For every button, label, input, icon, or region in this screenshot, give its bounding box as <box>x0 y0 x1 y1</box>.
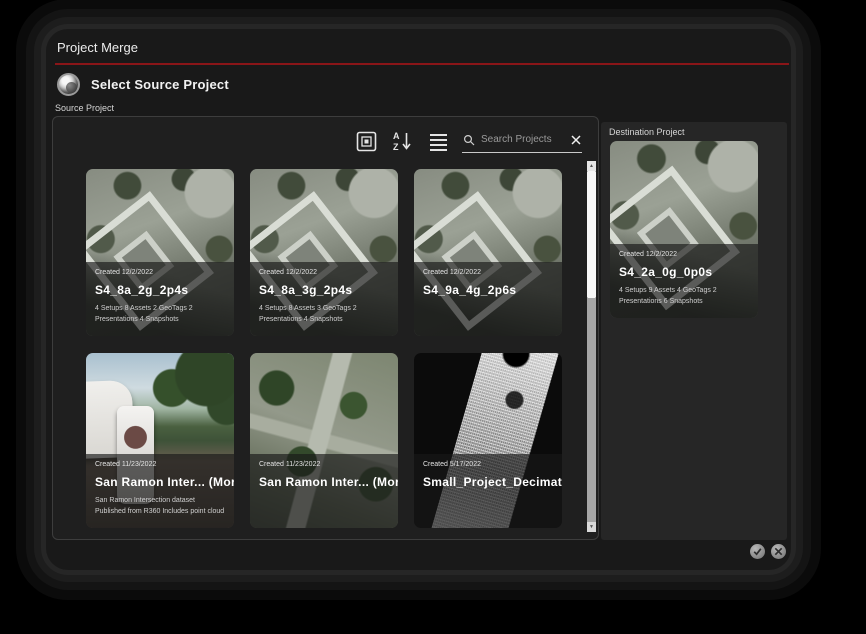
clear-x-icon[interactable] <box>571 135 581 145</box>
project-created-date: Created 12/2/2022 <box>95 269 225 276</box>
project-title: S4_2a_0g_0p0s <box>619 265 749 279</box>
project-title: S4_9a_4g_2p6s <box>423 283 553 297</box>
project-card[interactable]: Created 12/2/2022 S4_8a_3g_2p4s 4 Setups 8… <box>250 169 398 336</box>
project-description: San Ramon Intersection dataset Published… <box>95 496 225 518</box>
accent-divider <box>55 63 789 65</box>
project-title: S4_8a_2g_2p4s <box>95 283 225 297</box>
sort-az-icon[interactable]: A Z <box>390 129 414 153</box>
scrollbar-thumb[interactable] <box>587 171 596 298</box>
svg-text:Z: Z <box>393 142 399 152</box>
svg-text:A: A <box>393 131 400 141</box>
step-label: Select Source Project <box>91 77 229 92</box>
project-info-overlay: Created 12/2/2022 S4_8a_2g_2p4s 4 Setups 8… <box>86 262 234 336</box>
project-card[interactable]: Created 12/2/2022 S4_9a_4g_2p6s <box>414 169 562 336</box>
project-card[interactable]: Created 5/17/2022 Small_Project_Decimated <box>414 353 562 528</box>
project-card[interactable]: Created 12/2/2022 S4_2a_0g_0p0s 4 Setups 9… <box>610 141 758 318</box>
project-info-overlay: Created 12/2/2022 S4_8a_3g_2p4s 4 Setups 8… <box>250 262 398 336</box>
project-created-date: Created 11/23/2022 <box>259 461 389 468</box>
project-description: 4 Setups 8 Assets 2 GeoTags 2 Presentati… <box>95 304 225 326</box>
project-title: Small_Project_Decimated <box>423 475 553 489</box>
project-description: 4 Setups 9 Assets 4 GeoTags 2 Presentati… <box>619 286 749 308</box>
project-description: 4 Setups 8 Assets 3 GeoTags 2 Presentati… <box>259 304 389 326</box>
project-created-date: Created 5/17/2022 <box>423 461 553 468</box>
project-merge-dialog: Project Merge Select Source Project Sour… <box>46 29 791 570</box>
project-title: San Ramon Inter... (More) <box>259 475 389 489</box>
search-box[interactable] <box>462 129 582 153</box>
project-created-date: Created 11/23/2022 <box>95 461 225 468</box>
source-panel-label: Source Project <box>55 103 114 113</box>
project-info-overlay: Created 12/2/2022 S4_2a_0g_0p0s 4 Setups 9… <box>610 244 758 318</box>
project-info-overlay: Created 5/17/2022 Small_Project_Decimated <box>414 454 562 528</box>
vertical-scrollbar[interactable]: ▲ ▼ <box>587 161 596 532</box>
project-card[interactable]: Created 11/23/2022 San Ramon Inter... (Mo… <box>250 353 398 528</box>
sphere-icon <box>57 73 80 96</box>
destination-card-slot: Created 12/2/2022 S4_2a_0g_0p0s 4 Setups 9… <box>610 141 758 318</box>
project-created-date: Created 12/2/2022 <box>259 269 389 276</box>
project-title: S4_8a_3g_2p4s <box>259 283 389 297</box>
source-project-panel: A Z <box>52 116 599 540</box>
dialog-actions <box>750 544 786 559</box>
destination-panel-label: Destination Project <box>609 127 685 137</box>
scrollbar-track[interactable] <box>587 298 596 522</box>
project-title: San Ramon Inter... (More) <box>95 475 225 489</box>
project-card[interactable]: Created 12/2/2022 S4_8a_2g_2p4s 4 Setups 8… <box>86 169 234 336</box>
scroll-down-icon[interactable]: ▼ <box>587 522 596 532</box>
confirm-check-icon <box>753 547 762 556</box>
search-icon <box>463 134 475 146</box>
step-header: Select Source Project <box>57 73 229 96</box>
project-card[interactable]: Created 11/23/2022 San Ramon Inter... (Mo… <box>86 353 234 528</box>
frame-select-icon[interactable] <box>354 129 378 153</box>
destination-project-panel: Destination Project Created 12/2/2022 S4_… <box>601 122 787 540</box>
cancel-button[interactable] <box>771 544 786 559</box>
project-info-overlay: Created 11/23/2022 San Ramon Inter... (Mo… <box>86 454 234 528</box>
scroll-up-icon[interactable]: ▲ <box>587 161 596 171</box>
source-project-grid: Created 12/2/2022 S4_8a_2g_2p4s 4 Setups 8… <box>86 169 562 528</box>
project-created-date: Created 12/2/2022 <box>619 251 749 258</box>
source-toolbar: A Z <box>354 128 582 154</box>
list-view-icon[interactable] <box>426 129 450 153</box>
project-info-overlay: Created 12/2/2022 S4_9a_4g_2p6s <box>414 262 562 336</box>
project-created-date: Created 12/2/2022 <box>423 269 553 276</box>
search-input[interactable] <box>479 133 567 146</box>
project-info-overlay: Created 11/23/2022 San Ramon Inter... (Mo… <box>250 454 398 528</box>
dialog-title: Project Merge <box>57 40 138 55</box>
confirm-button[interactable] <box>750 544 765 559</box>
cancel-x-icon <box>774 547 783 556</box>
